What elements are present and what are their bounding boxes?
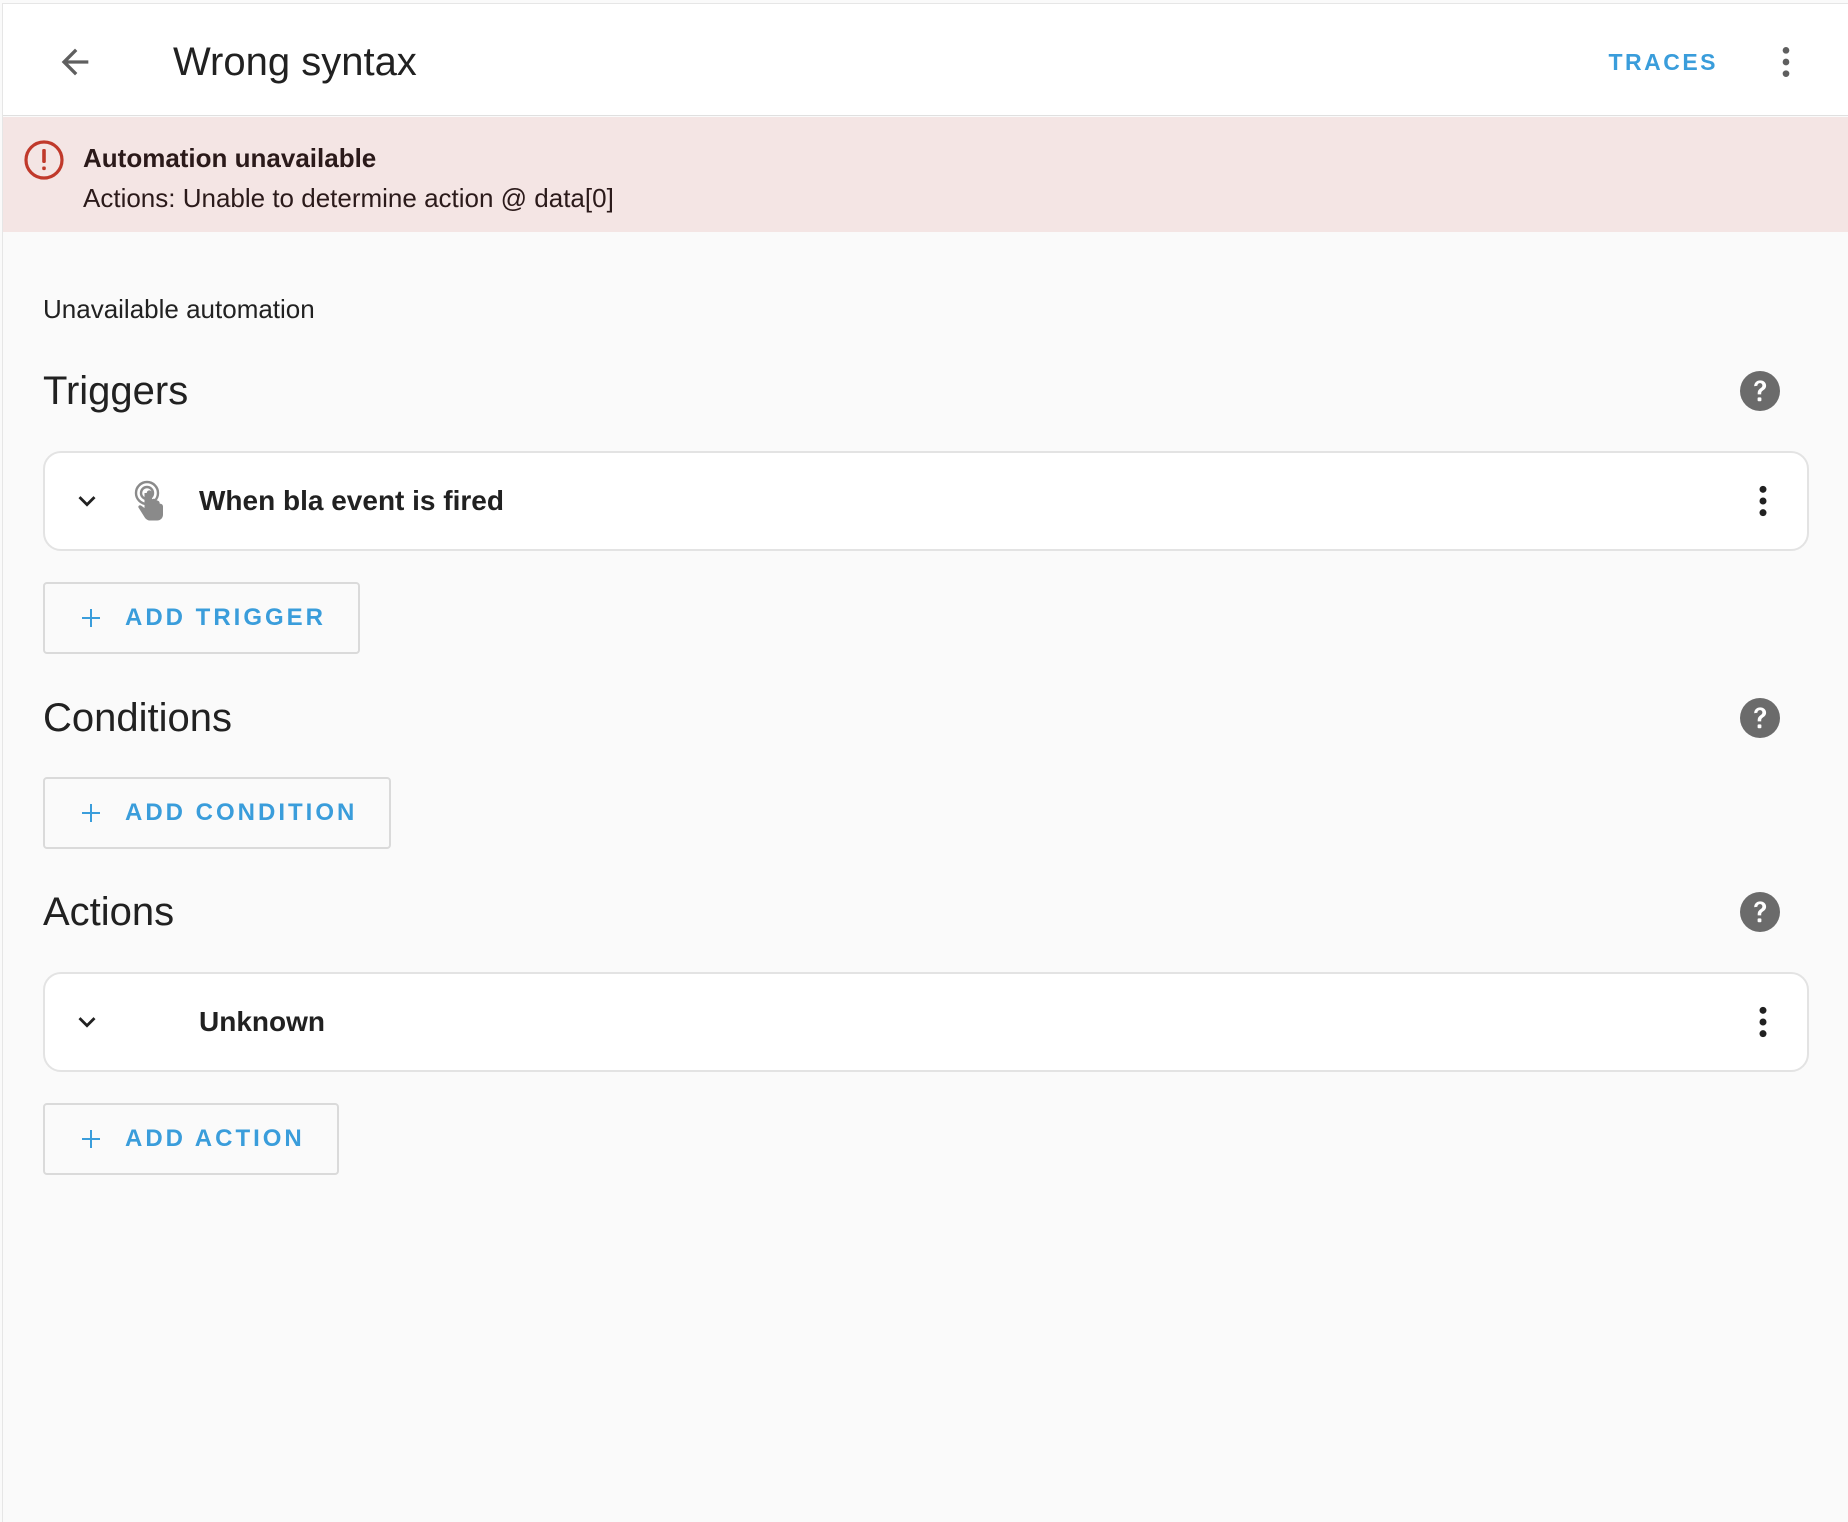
expand-trigger-button[interactable] (65, 479, 109, 523)
error-alert: Automation unavailable Actions: Unable t… (3, 117, 1848, 232)
add-trigger-button[interactable]: ADD TRIGGER (43, 582, 360, 654)
alert-circle-outline-icon (24, 140, 64, 180)
overflow-menu-button[interactable] (1758, 34, 1814, 90)
add-action-label: ADD ACTION (125, 1125, 305, 1152)
add-action-button[interactable]: ADD ACTION (43, 1103, 339, 1175)
add-condition-button[interactable]: ADD CONDITION (43, 777, 392, 849)
plus-icon (82, 609, 100, 627)
expand-action-button[interactable] (65, 1000, 109, 1044)
unavailable-automation-label: Unavailable automation (43, 294, 315, 324)
add-trigger-label: ADD TRIGGER (125, 604, 326, 631)
add-condition-label: ADD CONDITION (125, 799, 358, 826)
triggers-heading: Triggers (43, 369, 189, 413)
dots-vertical-icon (1782, 47, 1790, 77)
top-app-bar: Wrong syntax TRACES (3, 4, 1848, 116)
help-circle-icon[interactable] (1739, 370, 1781, 412)
trigger-row[interactable]: When bla event is fired (43, 451, 1809, 551)
back-button[interactable] (47, 34, 103, 90)
conditions-heading: Conditions (43, 696, 233, 740)
chevron-down-icon (78, 1017, 96, 1028)
action-label: Unknown (199, 1006, 325, 1037)
chevron-down-icon (78, 496, 96, 507)
action-row[interactable]: Unknown (43, 972, 1809, 1072)
trigger-menu-button[interactable] (1741, 479, 1785, 523)
action-menu-button[interactable] (1741, 1000, 1785, 1044)
actions-heading: Actions (43, 890, 175, 934)
help-circle-icon[interactable] (1739, 697, 1781, 739)
plus-icon (82, 1130, 100, 1148)
trigger-label: When bla event is fired (199, 485, 504, 516)
dots-vertical-icon (1759, 1006, 1767, 1038)
alert-message: Actions: Unable to determine action @ da… (83, 183, 614, 213)
alert-title: Automation unavailable (83, 143, 377, 173)
plus-icon (82, 804, 100, 822)
dots-vertical-icon (1759, 485, 1767, 517)
gesture-tap-icon (134, 480, 163, 521)
help-circle-icon[interactable] (1739, 891, 1781, 933)
arrow-left-icon (61, 48, 89, 76)
traces-button[interactable]: TRACES (1596, 40, 1730, 84)
automation-editor: Wrong syntax TRACES Automation unavailab… (2, 3, 1848, 1522)
page-title: Wrong syntax (173, 40, 417, 84)
